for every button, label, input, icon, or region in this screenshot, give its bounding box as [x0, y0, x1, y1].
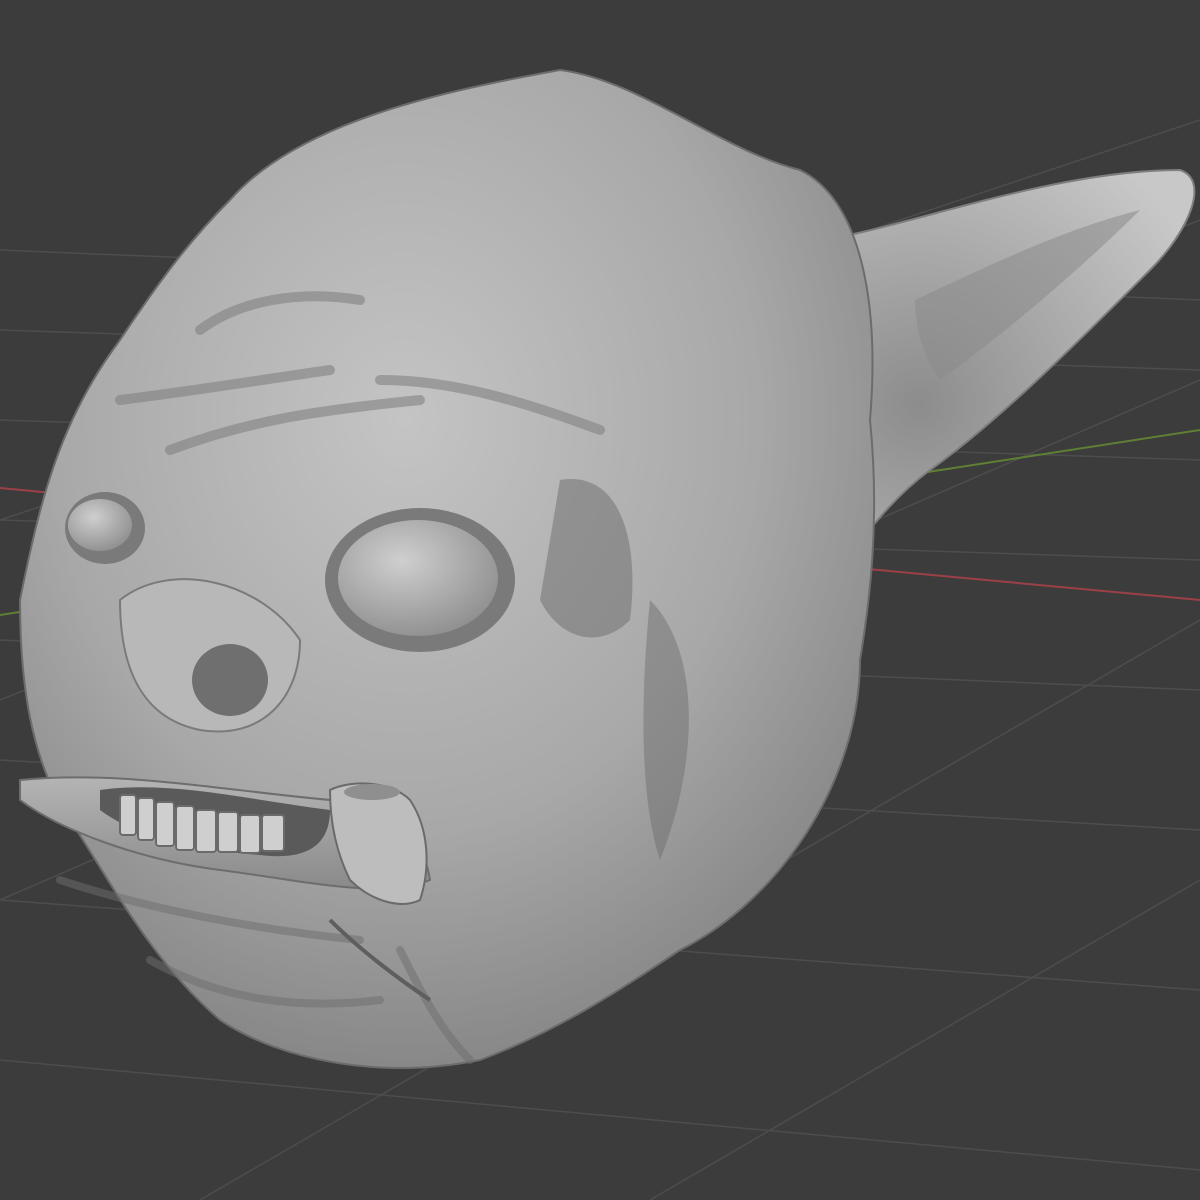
nostril: [192, 644, 268, 716]
goblin-head-mesh[interactable]: [18, 68, 1196, 1069]
3d-viewport[interactable]: [0, 0, 1200, 1200]
viewport-canvas[interactable]: [0, 0, 1200, 1200]
right-eye: [68, 499, 132, 551]
left-eye: [338, 520, 498, 636]
